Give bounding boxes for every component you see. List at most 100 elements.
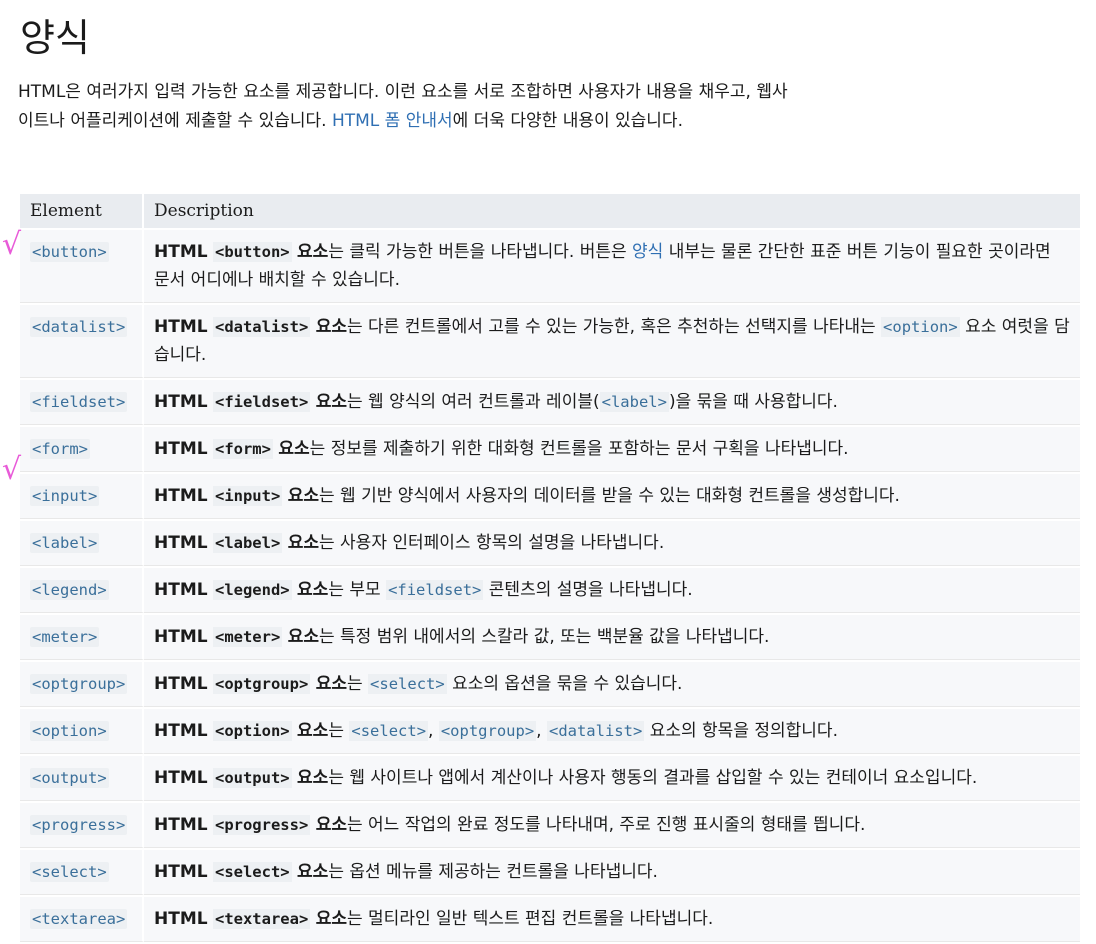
element-link[interactable]: <output> bbox=[30, 768, 109, 788]
element-suffix: 요소 bbox=[315, 392, 347, 412]
element-cell: <label> bbox=[20, 521, 144, 566]
element-name: <label> bbox=[212, 533, 283, 553]
description-text: 요소의 옵션을 묶을 수 있습니다. bbox=[446, 674, 683, 694]
html-prefix: HTML bbox=[154, 862, 208, 882]
element-suffix: 요소 bbox=[287, 533, 319, 553]
html-prefix: HTML bbox=[154, 242, 208, 262]
form-elements-table: Element Description <button> HTML <button… bbox=[20, 192, 1080, 944]
html-prefix: HTML bbox=[154, 721, 208, 741]
element-link[interactable]: <legend> bbox=[30, 580, 109, 600]
html-prefix: HTML bbox=[154, 533, 208, 553]
intro-text-2: 에 더욱 다양한 내용이 있습니다. bbox=[452, 111, 683, 131]
description-cell: HTML <button> 요소는 클릭 가능한 버튼을 나타냅니다. 버튼은 … bbox=[144, 230, 1080, 303]
table-row: <textarea> HTML <textarea> 요소는 멀티라인 일반 텍스… bbox=[20, 897, 1080, 942]
element-link[interactable]: <datalist> bbox=[30, 317, 128, 337]
element-link[interactable]: <textarea> bbox=[30, 909, 128, 929]
description-cell: HTML <legend> 요소는 부모 <fieldset> 콘텐츠의 설명을… bbox=[144, 568, 1080, 613]
element-suffix: 요소 bbox=[297, 580, 329, 600]
table-row: <legend> HTML <legend> 요소는 부모 <fieldset> … bbox=[20, 568, 1080, 613]
element-link[interactable]: <select> bbox=[30, 862, 109, 882]
element-reference-link[interactable]: <optgroup> bbox=[438, 721, 537, 741]
description-cell: HTML <label> 요소는 사용자 인터페이스 항목의 설명을 나타냅니다… bbox=[144, 521, 1080, 566]
element-reference-link[interactable]: <label> bbox=[599, 392, 669, 412]
element-cell: <select> bbox=[20, 850, 144, 895]
element-suffix: 요소 bbox=[315, 909, 347, 929]
description-text: 는 bbox=[328, 721, 350, 741]
element-link[interactable]: <meter> bbox=[30, 627, 100, 647]
element-name: <datalist> bbox=[212, 317, 311, 337]
html-prefix: HTML bbox=[154, 392, 208, 412]
header-description: Description bbox=[144, 194, 1080, 228]
table-row: <datalist> HTML <datalist> 요소는 다른 컨트롤에서 고… bbox=[20, 305, 1080, 378]
description-text: 는 웹 양식의 여러 컨트롤과 레이블( bbox=[347, 392, 600, 412]
check-mark-icon: √ bbox=[2, 452, 22, 487]
description-text: 는 어느 작업의 완료 정도를 나타내며, 주로 진행 표시줄의 형태를 띕니다… bbox=[347, 815, 866, 835]
description-cell: HTML <input> 요소는 웹 기반 양식에서 사용자의 데이터를 받을 … bbox=[144, 474, 1080, 519]
description-text: 는 다른 컨트롤에서 고를 수 있는 가능한, 혹은 추천하는 선택지를 나타내… bbox=[347, 317, 882, 337]
description-cell: HTML <optgroup> 요소는 <select> 요소의 옵션을 묶을 … bbox=[144, 662, 1080, 707]
html-prefix: HTML bbox=[154, 580, 208, 600]
html-prefix: HTML bbox=[154, 317, 208, 337]
element-name: <input> bbox=[212, 486, 283, 506]
forms-guide-link[interactable]: HTML 폼 안내서 bbox=[332, 111, 453, 131]
inline-link[interactable]: 양식 bbox=[632, 242, 663, 262]
table-row: <label> HTML <label> 요소는 사용자 인터페이스 항목의 설명… bbox=[20, 521, 1080, 566]
element-name: <optgroup> bbox=[212, 674, 311, 694]
element-name: <legend> bbox=[212, 580, 292, 600]
element-cell: <form> bbox=[20, 427, 144, 472]
element-link[interactable]: <progress> bbox=[30, 815, 128, 835]
element-name: <button> bbox=[212, 242, 292, 262]
element-link[interactable]: <button> bbox=[30, 242, 109, 262]
element-reference-link[interactable]: <select> bbox=[349, 721, 429, 741]
element-cell: <textarea> bbox=[20, 897, 144, 942]
element-suffix: 요소 bbox=[287, 486, 319, 506]
element-name: <meter> bbox=[212, 627, 283, 647]
html-prefix: HTML bbox=[154, 909, 208, 929]
element-cell: <datalist> bbox=[20, 305, 144, 378]
html-prefix: HTML bbox=[154, 674, 208, 694]
description-text: 는 특정 범위 내에서의 스칼라 값, 또는 백분율 값을 나타냅니다. bbox=[319, 627, 770, 647]
description-text: 는 클릭 가능한 버튼을 나타냅니다. 버튼은 bbox=[328, 242, 633, 262]
description-text: 콘텐츠의 설명을 나타냅니다. bbox=[483, 580, 693, 600]
element-reference-link[interactable]: <select> bbox=[368, 674, 447, 694]
description-text: 는 웹 기반 양식에서 사용자의 데이터를 받을 수 있는 대화형 컨트롤을 생… bbox=[319, 486, 900, 506]
element-link[interactable]: <option> bbox=[30, 721, 109, 741]
element-link[interactable]: <form> bbox=[30, 439, 90, 459]
description-cell: HTML <fieldset> 요소는 웹 양식의 여러 컨트롤과 레이블(<l… bbox=[144, 380, 1080, 425]
description-text: 는 사용자 인터페이스 항목의 설명을 나타냅니다. bbox=[319, 533, 665, 553]
table-row: <form> HTML <form> 요소는 정보를 제출하기 위한 대화형 컨트… bbox=[20, 427, 1080, 472]
html-prefix: HTML bbox=[154, 627, 208, 647]
element-link[interactable]: <label> bbox=[30, 533, 100, 553]
element-suffix: 요소 bbox=[315, 815, 347, 835]
element-reference-link[interactable]: <option> bbox=[881, 317, 960, 337]
element-link[interactable]: <optgroup> bbox=[30, 674, 128, 694]
element-reference-link[interactable]: <fieldset> bbox=[386, 580, 484, 600]
element-cell: <output> bbox=[20, 756, 144, 801]
element-suffix: 요소 bbox=[278, 439, 310, 459]
element-link[interactable]: <input> bbox=[30, 486, 100, 506]
description-text: 는 웹 사이트나 앱에서 계산이나 사용자 행동의 결과를 삽입할 수 있는 컨… bbox=[328, 768, 978, 788]
element-cell: <fieldset> bbox=[20, 380, 144, 425]
element-name: <select> bbox=[212, 862, 292, 882]
description-text: , bbox=[428, 721, 439, 741]
table-body: <button> HTML <button> 요소는 클릭 가능한 버튼을 나타냅… bbox=[20, 230, 1080, 942]
description-cell: HTML <form> 요소는 정보를 제출하기 위한 대화형 컨트롤을 포함하… bbox=[144, 427, 1080, 472]
element-cell: <input> bbox=[20, 474, 144, 519]
description-cell: HTML <output> 요소는 웹 사이트나 앱에서 계산이나 사용자 행동… bbox=[144, 756, 1080, 801]
table-header-row: Element Description bbox=[20, 194, 1080, 228]
description-cell: HTML <datalist> 요소는 다른 컨트롤에서 고를 수 있는 가능한… bbox=[144, 305, 1080, 378]
table-row: <optgroup> HTML <optgroup> 요소는 <select> 요… bbox=[20, 662, 1080, 707]
html-prefix: HTML bbox=[154, 815, 208, 835]
element-suffix: 요소 bbox=[297, 721, 329, 741]
element-name: <fieldset> bbox=[212, 392, 311, 412]
check-mark-icon: √ bbox=[2, 227, 22, 262]
element-suffix: 요소 bbox=[297, 862, 329, 882]
element-suffix: 요소 bbox=[315, 317, 347, 337]
table-row: <output> HTML <output> 요소는 웹 사이트나 앱에서 계산이… bbox=[20, 756, 1080, 801]
table-row: <fieldset> HTML <fieldset> 요소는 웹 양식의 여러 컨… bbox=[20, 380, 1080, 425]
element-link[interactable]: <fieldset> bbox=[30, 392, 128, 412]
table-row: <progress> HTML <progress> 요소는 어느 작업의 완료 … bbox=[20, 803, 1080, 848]
element-name: <progress> bbox=[212, 815, 311, 835]
description-text: 는 옵션 메뉴를 제공하는 컨트롤을 나타냅니다. bbox=[328, 862, 658, 882]
element-reference-link[interactable]: <datalist> bbox=[546, 721, 645, 741]
